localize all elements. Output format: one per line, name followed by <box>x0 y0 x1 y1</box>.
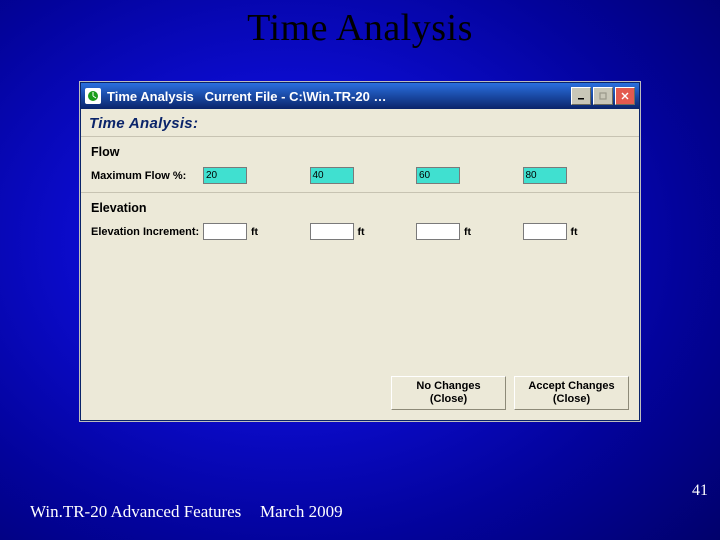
elevation-input-2[interactable] <box>310 223 354 240</box>
titlebar: Time Analysis Current File - C:\Win.TR-2… <box>81 83 639 109</box>
elevation-row: Elevation Increment: ft ft ft ft <box>81 219 639 248</box>
window-title: Time Analysis Current File - C:\Win.TR-2… <box>103 89 569 104</box>
max-flow-label: Maximum Flow %: <box>91 170 203 182</box>
footer-date: March 2009 <box>260 502 343 522</box>
elevation-input-4[interactable] <box>523 223 567 240</box>
unit-label: ft <box>571 226 578 238</box>
max-flow-input-4[interactable]: 80 <box>523 167 567 184</box>
max-flow-input-2[interactable]: 40 <box>310 167 354 184</box>
elevation-input-1[interactable] <box>203 223 247 240</box>
elevation-increment-label: Elevation Increment: <box>91 226 203 238</box>
no-changes-button[interactable]: No Changes (Close) <box>391 376 506 410</box>
unit-label: ft <box>358 226 365 238</box>
client-area <box>81 248 639 368</box>
close-button[interactable] <box>615 87 635 105</box>
max-flow-input-3[interactable]: 60 <box>416 167 460 184</box>
elevation-input-3[interactable] <box>416 223 460 240</box>
flow-heading: Flow <box>81 137 639 163</box>
max-flow-input-1[interactable]: 20 <box>203 167 247 184</box>
flow-row: Maximum Flow %: 20 40 60 80 <box>81 163 639 192</box>
accept-line2: (Close) <box>553 393 590 406</box>
panel-subtitle: Time Analysis: <box>81 109 639 137</box>
window-controls <box>571 87 635 105</box>
button-bar: No Changes (Close) Accept Changes (Close… <box>81 368 639 420</box>
footer-left: Win.TR-20 Advanced Features <box>30 502 241 522</box>
app-icon <box>85 88 101 104</box>
window-title-prefix: Time Analysis <box>107 89 194 104</box>
accept-changes-button[interactable]: Accept Changes (Close) <box>514 376 629 410</box>
unit-label: ft <box>464 226 471 238</box>
maximize-button[interactable] <box>593 87 613 105</box>
minimize-button[interactable] <box>571 87 591 105</box>
no-changes-line1: No Changes <box>416 380 480 393</box>
window-title-file: Current File - C:\Win.TR-20 … <box>205 89 387 104</box>
no-changes-line2: (Close) <box>430 393 467 406</box>
unit-label: ft <box>251 226 258 238</box>
accept-line1: Accept Changes <box>528 380 614 393</box>
page-number: 41 <box>692 482 708 500</box>
elevation-heading: Elevation <box>81 193 639 219</box>
time-analysis-window: Time Analysis Current File - C:\Win.TR-2… <box>80 82 640 421</box>
slide-title: Time Analysis <box>0 0 720 50</box>
